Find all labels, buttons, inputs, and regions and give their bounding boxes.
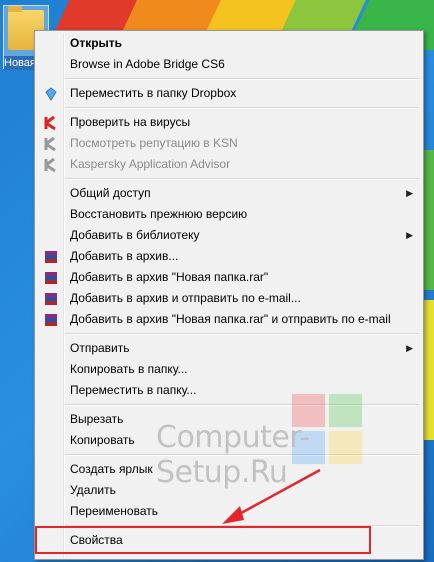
highlight-box xyxy=(35,526,371,554)
kaspersky-icon xyxy=(44,136,56,152)
menu-item-send-to[interactable]: Отправить ▶ xyxy=(37,338,421,359)
menu-item-add-to-library[interactable]: Добавить в библиотеку ▶ xyxy=(37,225,421,246)
watermark-text: Computer-Setup.Ru xyxy=(156,420,310,490)
menu-separator xyxy=(65,107,419,109)
menu-item-dropbox[interactable]: Переместить в папку Dropbox xyxy=(37,83,421,104)
menu-item-archive-email[interactable]: Добавить в архив и отправить по e-mail..… xyxy=(37,288,421,309)
menu-item-rename[interactable]: Переименовать xyxy=(37,501,421,522)
submenu-arrow-icon: ▶ xyxy=(406,230,413,240)
submenu-arrow-icon: ▶ xyxy=(406,188,413,198)
menu-item-archive-rar-email[interactable]: Добавить в архив "Новая папка.rar" и отп… xyxy=(37,309,421,330)
winrar-icon xyxy=(45,251,57,263)
menu-item-open[interactable]: Открыть xyxy=(37,33,421,54)
menu-item-scan-virus[interactable]: Проверить на вирусы xyxy=(37,112,421,133)
kaspersky-icon xyxy=(44,115,56,131)
menu-item-add-archive[interactable]: Добавить в архив... xyxy=(37,246,421,267)
menu-separator xyxy=(65,178,419,180)
menu-item-ksn-reputation[interactable]: Посмотреть репутацию в KSN xyxy=(37,133,421,154)
menu-item-sharing[interactable]: Общий доступ ▶ xyxy=(37,183,421,204)
menu-item-add-archive-rar[interactable]: Добавить в архив "Новая папка.rar" xyxy=(37,267,421,288)
submenu-arrow-icon: ▶ xyxy=(406,343,413,353)
dropbox-icon xyxy=(45,87,57,101)
winrar-icon xyxy=(45,314,57,326)
menu-separator xyxy=(65,333,419,335)
menu-item-copy-to-folder[interactable]: Копировать в папку... xyxy=(37,359,421,380)
kaspersky-icon xyxy=(44,157,56,173)
menu-item-adobe-bridge[interactable]: Browse in Adobe Bridge CS6 xyxy=(37,54,421,75)
winrar-icon xyxy=(45,293,57,305)
winrar-icon xyxy=(45,272,57,284)
menu-separator xyxy=(65,78,419,80)
menu-item-kaspersky-advisor[interactable]: Kaspersky Application Advisor xyxy=(37,154,421,175)
menu-item-restore-version[interactable]: Восстановить прежнюю версию xyxy=(37,204,421,225)
